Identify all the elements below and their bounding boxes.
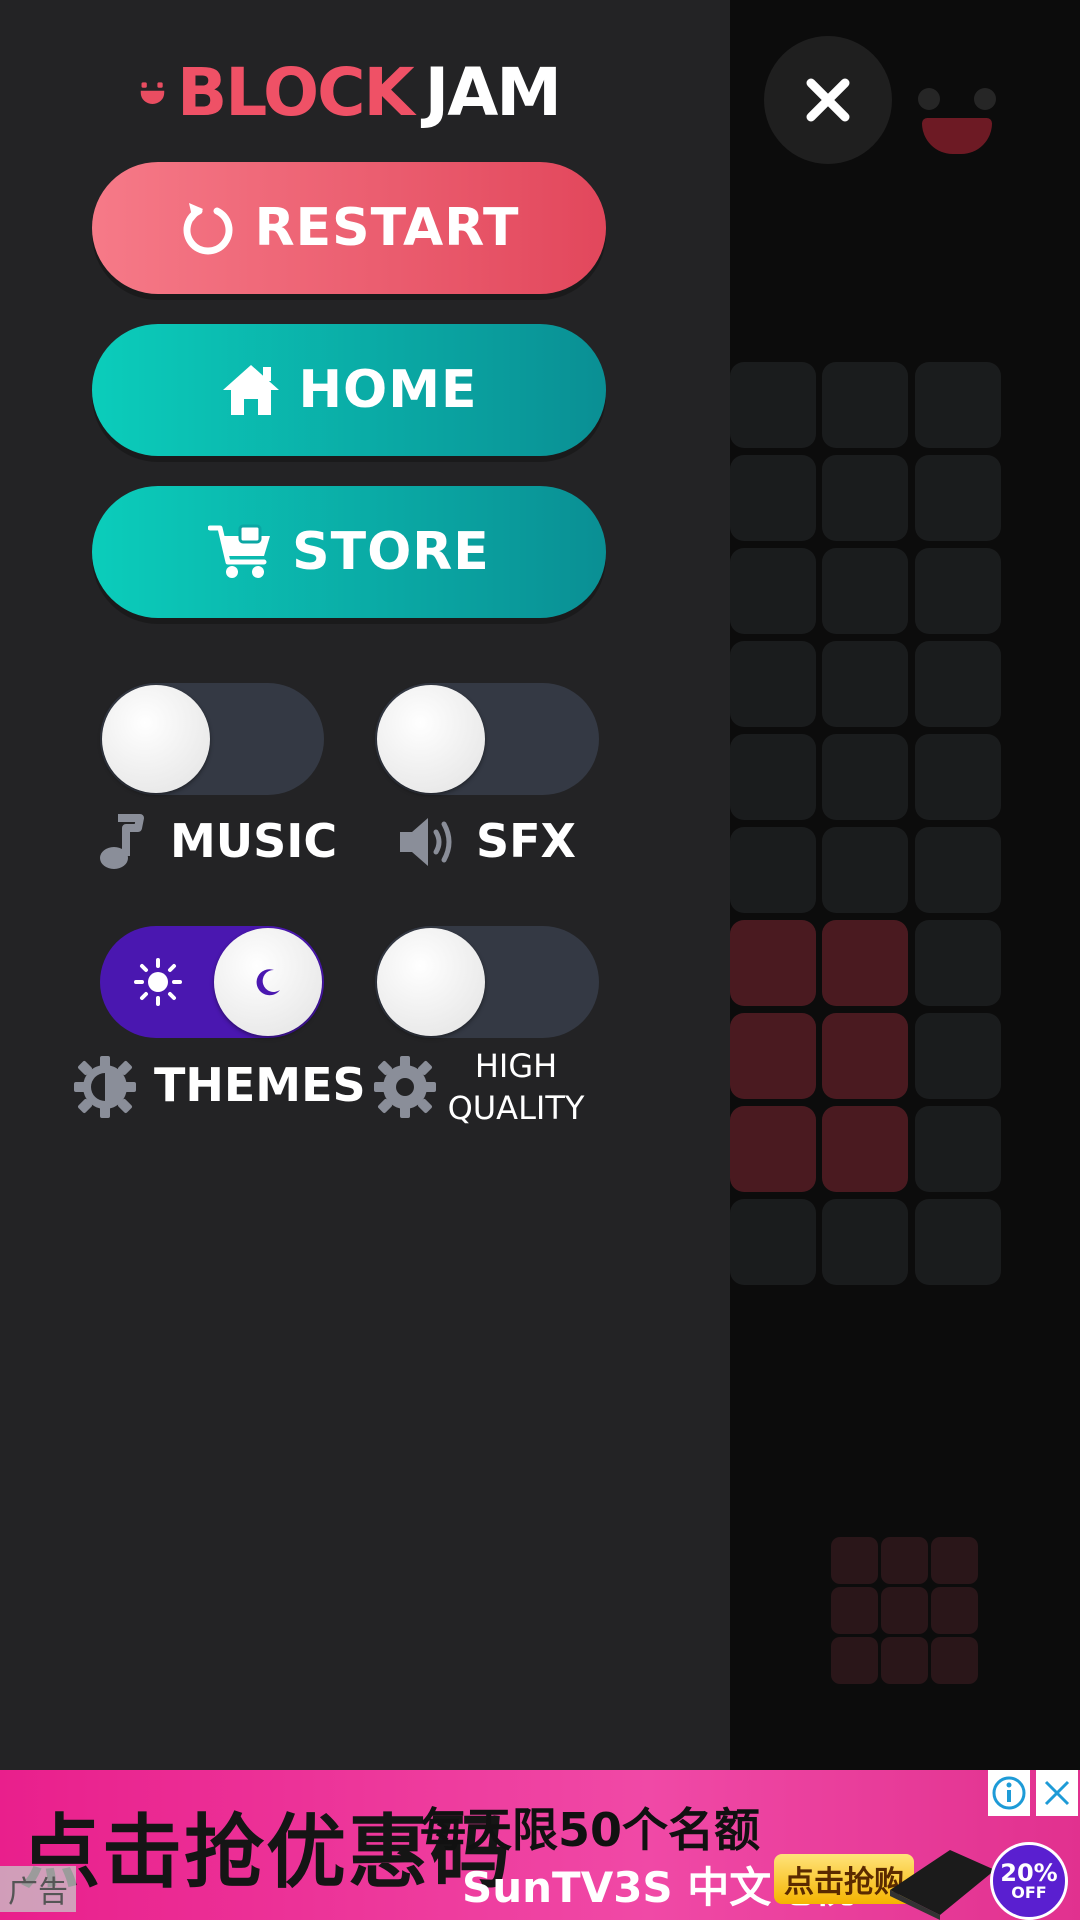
themes-label: THEMES <box>154 1058 366 1112</box>
grid-cell <box>915 362 1001 448</box>
grid-cell <box>730 641 816 727</box>
piece-cell <box>931 1537 978 1584</box>
toggle-knob <box>377 928 485 1036</box>
toggle-knob <box>214 928 322 1036</box>
high-quality-label-line2: QUALITY <box>447 1088 585 1127</box>
grid-cell <box>822 920 908 1006</box>
grid-cell <box>822 641 908 727</box>
grid-cell <box>822 1106 908 1192</box>
ad-product-image <box>890 1850 995 1920</box>
ad-banner[interactable]: 点击抢优惠码 每天限50个名额 SunTV3S 中文电视 点击抢购 20% OF… <box>0 1770 1080 1920</box>
store-button[interactable]: STORE <box>92 486 606 618</box>
info-icon <box>992 1776 1026 1810</box>
grid-cell <box>730 455 816 541</box>
grid-cell <box>822 362 908 448</box>
music-label: MUSIC <box>170 814 338 868</box>
restart-icon <box>183 203 233 255</box>
grid-cell <box>822 734 908 820</box>
grid-cell <box>822 1199 908 1285</box>
ad-info-button[interactable] <box>988 1770 1030 1816</box>
ad-discount-badge: 20% OFF <box>990 1842 1068 1920</box>
gear-icon <box>374 1056 436 1118</box>
toggle-knob <box>102 685 210 793</box>
music-note-icon <box>100 814 144 869</box>
grid-cell <box>730 362 816 448</box>
high-quality-toggle[interactable] <box>375 926 599 1038</box>
grid-cell <box>730 1199 816 1285</box>
grid-cell <box>730 1106 816 1192</box>
grid-cell <box>915 1013 1001 1099</box>
grid-cell <box>730 1013 816 1099</box>
moon-icon <box>256 969 280 996</box>
speaker-icon <box>400 818 452 866</box>
ad-badge-percent: 20% <box>1000 1859 1058 1887</box>
side-menu: BLOCK JAM RESTART HOME STORE MUSIC SFX T… <box>0 0 730 1770</box>
restart-label: RESTART <box>254 198 520 258</box>
grid-cell <box>915 1199 1001 1285</box>
mascot-eye-left <box>918 88 940 110</box>
piece-cell <box>831 1587 878 1634</box>
sfx-label: SFX <box>476 814 577 868</box>
piece-cell <box>831 1537 878 1584</box>
home-button[interactable]: HOME <box>92 324 606 456</box>
home-icon <box>222 365 279 415</box>
close-icon <box>806 78 850 122</box>
ad-tag: 广告 <box>0 1866 76 1912</box>
high-quality-label: HIGH QUALITY <box>446 1046 586 1129</box>
themes-toggle[interactable] <box>100 926 324 1038</box>
close-icon <box>1044 1780 1070 1806</box>
theme-gear-icon <box>74 1056 136 1118</box>
grid-cell <box>730 734 816 820</box>
grid-cell <box>822 1013 908 1099</box>
grid-cell <box>915 734 1001 820</box>
grid-cell <box>822 455 908 541</box>
home-label: HOME <box>298 360 478 420</box>
mascot-eye-right <box>974 88 996 110</box>
grid-cell <box>915 827 1001 913</box>
toggle-knob <box>377 685 485 793</box>
piece-cell <box>881 1637 928 1684</box>
piece-cell <box>831 1637 878 1684</box>
piece-cell <box>881 1537 928 1584</box>
grid-cell <box>915 1106 1001 1192</box>
restart-button[interactable]: RESTART <box>92 162 606 294</box>
piece-cell <box>881 1587 928 1634</box>
store-label: STORE <box>292 522 490 582</box>
grid-cell <box>730 827 816 913</box>
logo-face-icon <box>140 82 165 104</box>
grid-cell <box>915 920 1001 1006</box>
close-menu-button[interactable] <box>764 36 892 164</box>
piece-cell <box>931 1587 978 1634</box>
game-logo: BLOCK JAM <box>140 54 562 131</box>
high-quality-label-line1: HIGH <box>474 1047 558 1085</box>
grid-cell <box>730 920 816 1006</box>
sun-icon <box>134 958 182 1006</box>
grid-cell <box>822 827 908 913</box>
grid-cell <box>915 455 1001 541</box>
piece-cell <box>931 1637 978 1684</box>
ad-line1: 每天限50个名额 <box>420 1803 761 1857</box>
grid-cell <box>822 548 908 634</box>
grid-cell <box>915 548 1001 634</box>
cart-icon <box>208 524 271 578</box>
sfx-toggle[interactable] <box>375 683 599 795</box>
logo-text-block: BLOCK <box>176 54 415 131</box>
ad-badge-off: OFF <box>1011 1883 1047 1902</box>
grid-cell <box>730 548 816 634</box>
ad-close-button[interactable] <box>1036 1770 1078 1816</box>
music-toggle[interactable] <box>100 683 324 795</box>
logo-text-jam: JAM <box>424 54 562 131</box>
grid-cell <box>915 641 1001 727</box>
mascot-mouth <box>922 118 992 154</box>
